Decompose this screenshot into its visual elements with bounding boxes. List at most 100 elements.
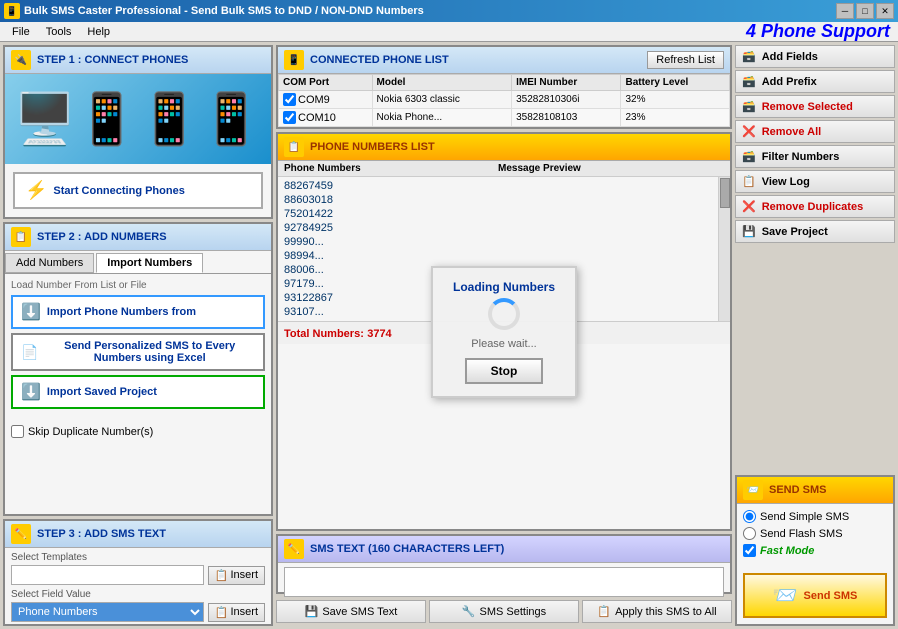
total-count: 3774 <box>367 328 391 340</box>
list-item: 92784925 <box>284 221 712 235</box>
insert-label: Insert <box>230 569 258 581</box>
remove-all-button[interactable]: ❌ Remove All <box>735 120 895 143</box>
title-bar-controls[interactable]: ─ □ ✕ <box>836 3 894 19</box>
tab-import-numbers[interactable]: Import Numbers <box>96 253 203 273</box>
send-sms-button[interactable]: 📨 Send SMS <box>743 573 887 618</box>
table-row: COM10 Nokia Phone... 35828108103 23% <box>279 109 730 127</box>
numbers-icon: 📋 <box>284 137 304 157</box>
save-project-button[interactable]: 💾 Save Project <box>735 220 895 243</box>
col-imei: IMEI Number <box>512 75 621 91</box>
insert-icon: 📋 <box>215 569 229 582</box>
save-project-icon: 💾 <box>742 225 756 238</box>
view-log-label: View Log <box>762 176 810 188</box>
excel-sms-button[interactable]: 📄 Send Personalized SMS to Every Numbers… <box>11 333 265 371</box>
numbers-col-header: Phone Numbers Message Preview <box>278 161 730 177</box>
step1-header: 🔌 STEP 1 : CONNECT PHONES <box>5 47 271 74</box>
remove-all-label: Remove All <box>762 126 822 138</box>
simple-sms-radio[interactable] <box>743 510 756 523</box>
list-item: 75201422 <box>284 207 712 221</box>
menu-tools[interactable]: Tools <box>38 24 80 40</box>
maximize-button[interactable]: □ <box>856 3 874 19</box>
import-phone-icon: ⬇️ <box>21 302 41 322</box>
cell-model10: Nokia Phone... <box>372 109 512 127</box>
apply-icon: 📋 <box>597 605 611 618</box>
refresh-button[interactable]: Refresh List <box>647 51 724 69</box>
fast-mode-label: Fast Mode <box>760 545 814 557</box>
sms-text-title: SMS TEXT (160 CHARACTERS LEFT) <box>310 543 504 555</box>
insert2-label: Insert <box>230 606 258 618</box>
list-item: 88267459 <box>284 179 712 193</box>
skip-duplicate-checkbox[interactable] <box>11 425 24 438</box>
loading-spinner <box>488 298 520 330</box>
template-input[interactable] <box>11 565 204 585</box>
start-connecting-button[interactable]: ⚡ Start Connecting Phones <box>13 172 263 209</box>
sms-text-header: ✏️ SMS TEXT (160 CHARACTERS LEFT) <box>278 536 730 563</box>
minimize-button[interactable]: ─ <box>836 3 854 19</box>
send-sms-header: 📨 SEND SMS <box>737 477 893 504</box>
table-row: COM9 Nokia 6303 classic 35282810306i 32% <box>279 91 730 109</box>
filter-numbers-button[interactable]: 🗃️ Filter Numbers <box>735 145 895 168</box>
saved-project-label: Import Saved Project <box>47 386 157 398</box>
scrollbar[interactable] <box>718 177 730 321</box>
insert-field-button[interactable]: 📋 Insert <box>208 603 265 622</box>
save-icon: 💾 <box>305 605 319 618</box>
save-sms-text-button[interactable]: 💾 Save SMS Text <box>276 600 426 623</box>
phone-numbers-list-panel: 📋 PHONE NUMBERS LIST Phone Numbers Messa… <box>276 132 732 531</box>
col-com: COM Port <box>279 75 373 91</box>
insert2-icon: 📋 <box>215 606 229 619</box>
sms-settings-label: SMS Settings <box>480 606 547 618</box>
com9-checkbox[interactable] <box>283 93 296 106</box>
close-button[interactable]: ✕ <box>876 3 894 19</box>
add-prefix-label: Add Prefix <box>762 76 817 88</box>
import-phone-numbers-button[interactable]: ⬇️ Import Phone Numbers from <box>11 295 265 329</box>
apply-to-all-button[interactable]: 📋 Apply this SMS to All <box>582 600 732 623</box>
template-row: 📋 Insert <box>11 565 265 585</box>
save-project-label: Save Project <box>762 226 828 238</box>
sms-settings-button[interactable]: 🔧 SMS Settings <box>429 600 579 623</box>
saved-project-icon: ⬇️ <box>21 382 41 402</box>
phone-table: COM Port Model IMEI Number Battery Level… <box>278 74 730 127</box>
menu-file[interactable]: File <box>4 24 38 40</box>
phone-list-header: 📱 CONNECTED PHONE LIST Refresh List <box>278 47 730 74</box>
list-item: 99990... <box>284 235 712 249</box>
add-prefix-icon: 🗃️ <box>742 75 756 88</box>
step2-icon: 📋 <box>11 227 31 247</box>
list-item: 88603018 <box>284 193 712 207</box>
flash-sms-radio[interactable] <box>743 527 756 540</box>
send-sms-title: SEND SMS <box>769 484 826 496</box>
menu-bar: File Tools Help 4 Phone Support <box>0 22 898 42</box>
import-saved-project-button[interactable]: ⬇️ Import Saved Project <box>11 375 265 409</box>
fast-mode-checkbox[interactable] <box>743 544 756 557</box>
sms-type-group: Send Simple SMS Send Flash SMS Fast Mode <box>737 504 893 567</box>
skip-duplicate-row: Skip Duplicate Number(s) <box>5 425 271 444</box>
com10-checkbox[interactable] <box>283 111 296 124</box>
send-sms-panel: 📨 SEND SMS Send Simple SMS Send Flash SM… <box>735 475 895 626</box>
add-fields-button[interactable]: 🗃️ Add Fields <box>735 45 895 68</box>
field-value-select[interactable]: Phone Numbers <box>11 602 204 622</box>
step3-header: ✏️ STEP 3 : ADD SMS TEXT <box>5 521 271 548</box>
send-icon: 📨 <box>773 583 798 608</box>
connect-icon: ⚡ <box>25 180 47 201</box>
menu-help[interactable]: Help <box>79 24 118 40</box>
remove-selected-button[interactable]: 🗃️ Remove Selected <box>735 95 895 118</box>
add-fields-icon: 🗃️ <box>742 50 756 63</box>
remove-duplicates-button[interactable]: ❌ Remove Duplicates <box>735 195 895 218</box>
send-sms-label: Send SMS <box>804 590 858 602</box>
step2-title: STEP 2 : ADD NUMBERS <box>37 231 167 243</box>
sms-text-panel: ✏️ SMS TEXT (160 CHARACTERS LEFT) <box>276 534 732 594</box>
add-prefix-button[interactable]: 🗃️ Add Prefix <box>735 70 895 93</box>
total-numbers-label: Total Numbers: 3774 <box>284 326 392 340</box>
sms-textarea[interactable] <box>284 567 724 597</box>
stop-button[interactable]: Stop <box>465 358 544 384</box>
excel-label: Send Personalized SMS to Every Numbers u… <box>44 340 255 364</box>
insert-template-button[interactable]: 📋 Insert <box>208 566 265 585</box>
cell-com9: COM9 <box>279 91 373 109</box>
field-value-row: Phone Numbers 📋 Insert <box>11 602 265 622</box>
simple-sms-label: Send Simple SMS <box>760 511 849 523</box>
remove-dup-label: Remove Duplicates <box>762 201 863 213</box>
scrollbar-thumb[interactable] <box>720 178 730 208</box>
tab-add-numbers[interactable]: Add Numbers <box>5 253 94 273</box>
list-item: 98994... <box>284 249 712 263</box>
view-log-button[interactable]: 📋 View Log <box>735 170 895 193</box>
connected-phone-list-panel: 📱 CONNECTED PHONE LIST Refresh List COM … <box>276 45 732 129</box>
